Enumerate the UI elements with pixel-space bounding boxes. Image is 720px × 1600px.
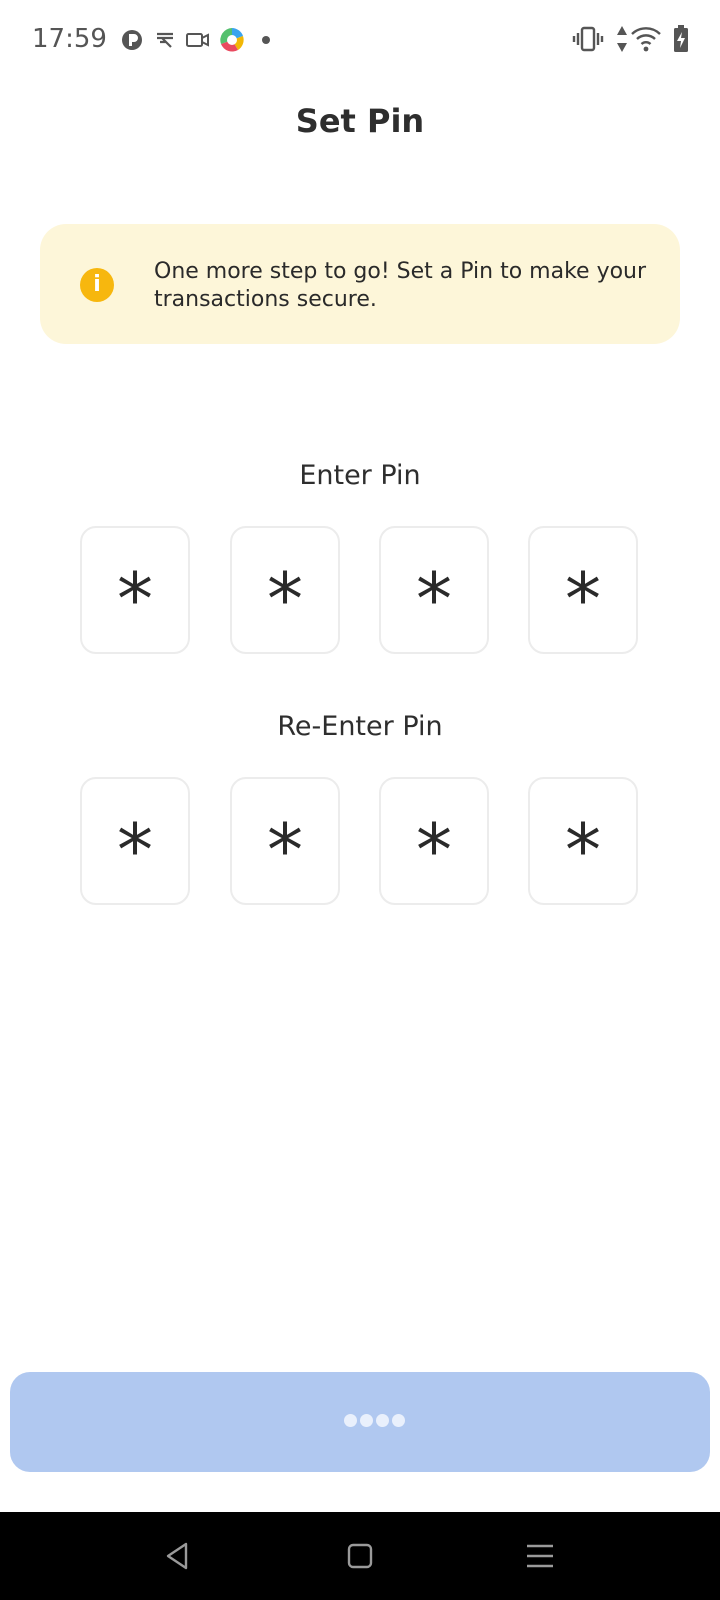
info-banner: i One more step to go! Set a Pin to make…: [40, 224, 680, 344]
reenter-pin-row: * * * *: [80, 777, 640, 907]
menu-icon[interactable]: [520, 1536, 560, 1576]
status-time: 17:59: [32, 24, 107, 54]
colorful-app-icon: [220, 28, 244, 52]
reenter-pin-digit-4[interactable]: *: [528, 777, 638, 905]
reenter-pin-label: Re-Enter Pin: [277, 711, 443, 742]
reenter-pin-digit-2[interactable]: *: [230, 777, 340, 905]
battery-charging-icon: [674, 25, 688, 52]
navigation-bar: [0, 1512, 720, 1600]
video-icon: [186, 33, 209, 47]
pocket-icon: [122, 30, 142, 50]
loading-dot: [376, 1414, 389, 1427]
loading-dot: [344, 1414, 357, 1427]
enter-pin-digit-4[interactable]: *: [528, 526, 638, 654]
enter-pin-row: * * * *: [80, 526, 640, 656]
reenter-pin-digit-1[interactable]: *: [80, 777, 190, 905]
dot-icon: [262, 36, 270, 44]
back-icon[interactable]: [158, 1536, 198, 1576]
info-message: One more step to go! Set a Pin to make y…: [154, 259, 647, 312]
rupee-app-icon: [157, 32, 173, 48]
page-title: Set Pin: [295, 102, 425, 140]
loading-dot: [360, 1414, 373, 1427]
wifi-icon: [631, 27, 661, 52]
enter-pin-digit-2[interactable]: *: [230, 526, 340, 654]
info-icon: i: [80, 268, 114, 302]
enter-pin-label: Enter Pin: [299, 460, 421, 491]
status-bar: 17:59: [0, 0, 720, 80]
enter-pin-digit-3[interactable]: *: [379, 526, 489, 654]
reenter-pin-digit-3[interactable]: *: [379, 777, 489, 905]
home-icon[interactable]: [340, 1536, 380, 1576]
loading-dots-icon: [344, 1414, 405, 1430]
enter-pin-digit-1[interactable]: *: [80, 526, 190, 654]
loading-dot: [392, 1414, 405, 1427]
data-arrows-icon: [617, 26, 627, 52]
submit-button[interactable]: [10, 1372, 710, 1472]
vibrate-icon: [572, 26, 604, 52]
